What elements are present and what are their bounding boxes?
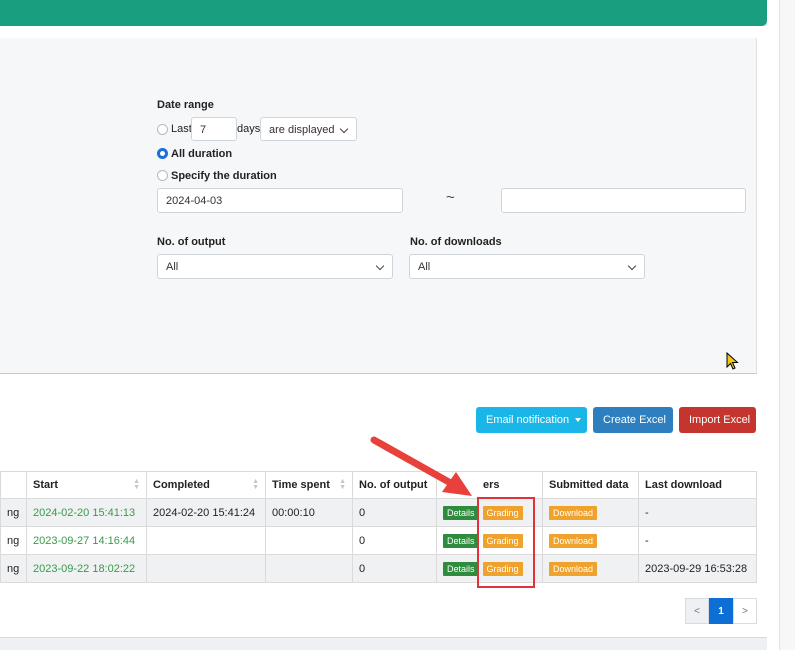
time-spent-cell: 00:00:10 [265, 498, 353, 527]
days-label: days [237, 123, 261, 135]
last-label: Last [171, 123, 192, 135]
time-spent-cell [265, 554, 353, 583]
filter-panel: Date range Last 7 days are displayed All… [0, 38, 757, 374]
download-button[interactable]: Download [549, 561, 598, 576]
details-button[interactable]: Details [443, 533, 479, 548]
create-excel-button[interactable]: Create Excel [593, 407, 673, 433]
email-notification-label: Email notification [486, 414, 570, 426]
caret-down-icon [575, 418, 582, 423]
sort-icon: ▲ ▼ [339, 478, 346, 491]
status-cell: ng [0, 498, 27, 527]
submitted-cell: Download [542, 526, 639, 555]
time-spent-cell [265, 526, 353, 555]
sort-icon: ▲ ▼ [252, 478, 259, 491]
downloads-count-value: All [418, 261, 431, 273]
sort-icon: ▲ ▼ [133, 478, 140, 491]
start-cell: 2024-02-20 15:41:13 [26, 498, 147, 527]
column-header-start-label: Start [33, 479, 59, 491]
output-cell: 0 [352, 498, 437, 527]
output-cell: 0 [352, 554, 437, 583]
pagination-next-button[interactable]: > [733, 598, 757, 624]
all-duration-label: All duration [171, 148, 233, 160]
chevron-down-icon [627, 261, 637, 271]
specify-duration-label: Specify the duration [171, 170, 277, 182]
download-button[interactable]: Download [549, 533, 598, 548]
column-header-completed-label: Completed [153, 479, 210, 491]
radio-last-days[interactable] [157, 124, 168, 135]
display-mode-value: are displayed [269, 124, 335, 136]
column-header-completed[interactable]: Completed ▲ ▼ [146, 471, 266, 499]
chevron-down-icon [339, 124, 349, 134]
status-cell: ng [0, 526, 27, 555]
range-separator: ~ [446, 189, 455, 206]
table-row: ng 2024-02-20 15:41:13 2024-02-20 15:41:… [0, 498, 757, 527]
download-button[interactable]: Download [549, 505, 598, 520]
import-excel-label: Import Excel [689, 414, 751, 426]
column-header-start[interactable]: Start ▲ ▼ [26, 471, 147, 499]
completed-cell [146, 554, 266, 583]
downloads-count-label: No. of downloads [410, 236, 502, 248]
radio-specify-duration[interactable] [157, 170, 168, 181]
display-mode-select[interactable]: are displayed [260, 117, 357, 141]
output-count-value: All [166, 261, 179, 273]
start-cell: 2023-09-27 14:16:44 [26, 526, 147, 555]
last-download-cell: 2023-09-29 16:53:28 [638, 554, 757, 583]
last-download-cell: - [638, 526, 757, 555]
email-notification-button[interactable]: Email notification [476, 407, 587, 433]
last-download-cell: - [638, 498, 757, 527]
last-days-input[interactable]: 7 [191, 117, 237, 141]
mouse-cursor-icon [726, 352, 739, 370]
status-cell: ng [0, 554, 27, 583]
pagination-page-1[interactable]: 1 [709, 598, 733, 624]
right-gutter [767, 0, 779, 650]
pagination-prev-button[interactable]: < [685, 598, 709, 624]
date-from-input[interactable]: 2024-04-03 [157, 188, 403, 213]
output-count-select[interactable]: All [157, 254, 393, 279]
radio-all-duration[interactable] [157, 148, 168, 159]
start-cell: 2023-09-22 18:02:22 [26, 554, 147, 583]
completed-cell: 2024-02-20 15:41:24 [146, 498, 266, 527]
date-to-input[interactable] [501, 188, 746, 213]
scrollbar-track[interactable] [779, 0, 795, 650]
top-header-bar [0, 0, 767, 26]
date-range-label: Date range [157, 99, 214, 111]
annotation-arrow-icon [370, 436, 472, 496]
create-excel-label: Create Excel [603, 414, 666, 426]
column-header-status [0, 471, 27, 499]
details-button[interactable]: Details [443, 561, 479, 576]
downloads-count-select[interactable]: All [409, 254, 645, 279]
column-header-time-spent[interactable]: Time spent ▲ ▼ [265, 471, 353, 499]
pagination: < 1 > [685, 598, 757, 624]
table-row: ng 2023-09-27 14:16:44 0 Details Grading … [0, 526, 757, 555]
chevron-down-icon [375, 261, 385, 271]
details-button[interactable]: Details [443, 505, 479, 520]
grading-highlight-box [477, 497, 535, 588]
completed-cell [146, 526, 266, 555]
table-row: ng 2023-09-22 18:02:22 0 Details Grading … [0, 554, 757, 583]
output-cell: 0 [352, 526, 437, 555]
column-header-time-spent-label: Time spent [272, 479, 330, 491]
column-header-last-download: Last download [638, 471, 757, 499]
submitted-cell: Download [542, 554, 639, 583]
column-header-submitted: Submitted data [542, 471, 639, 499]
import-excel-button[interactable]: Import Excel [679, 407, 756, 433]
submitted-cell: Download [542, 498, 639, 527]
output-count-label: No. of output [157, 236, 226, 248]
